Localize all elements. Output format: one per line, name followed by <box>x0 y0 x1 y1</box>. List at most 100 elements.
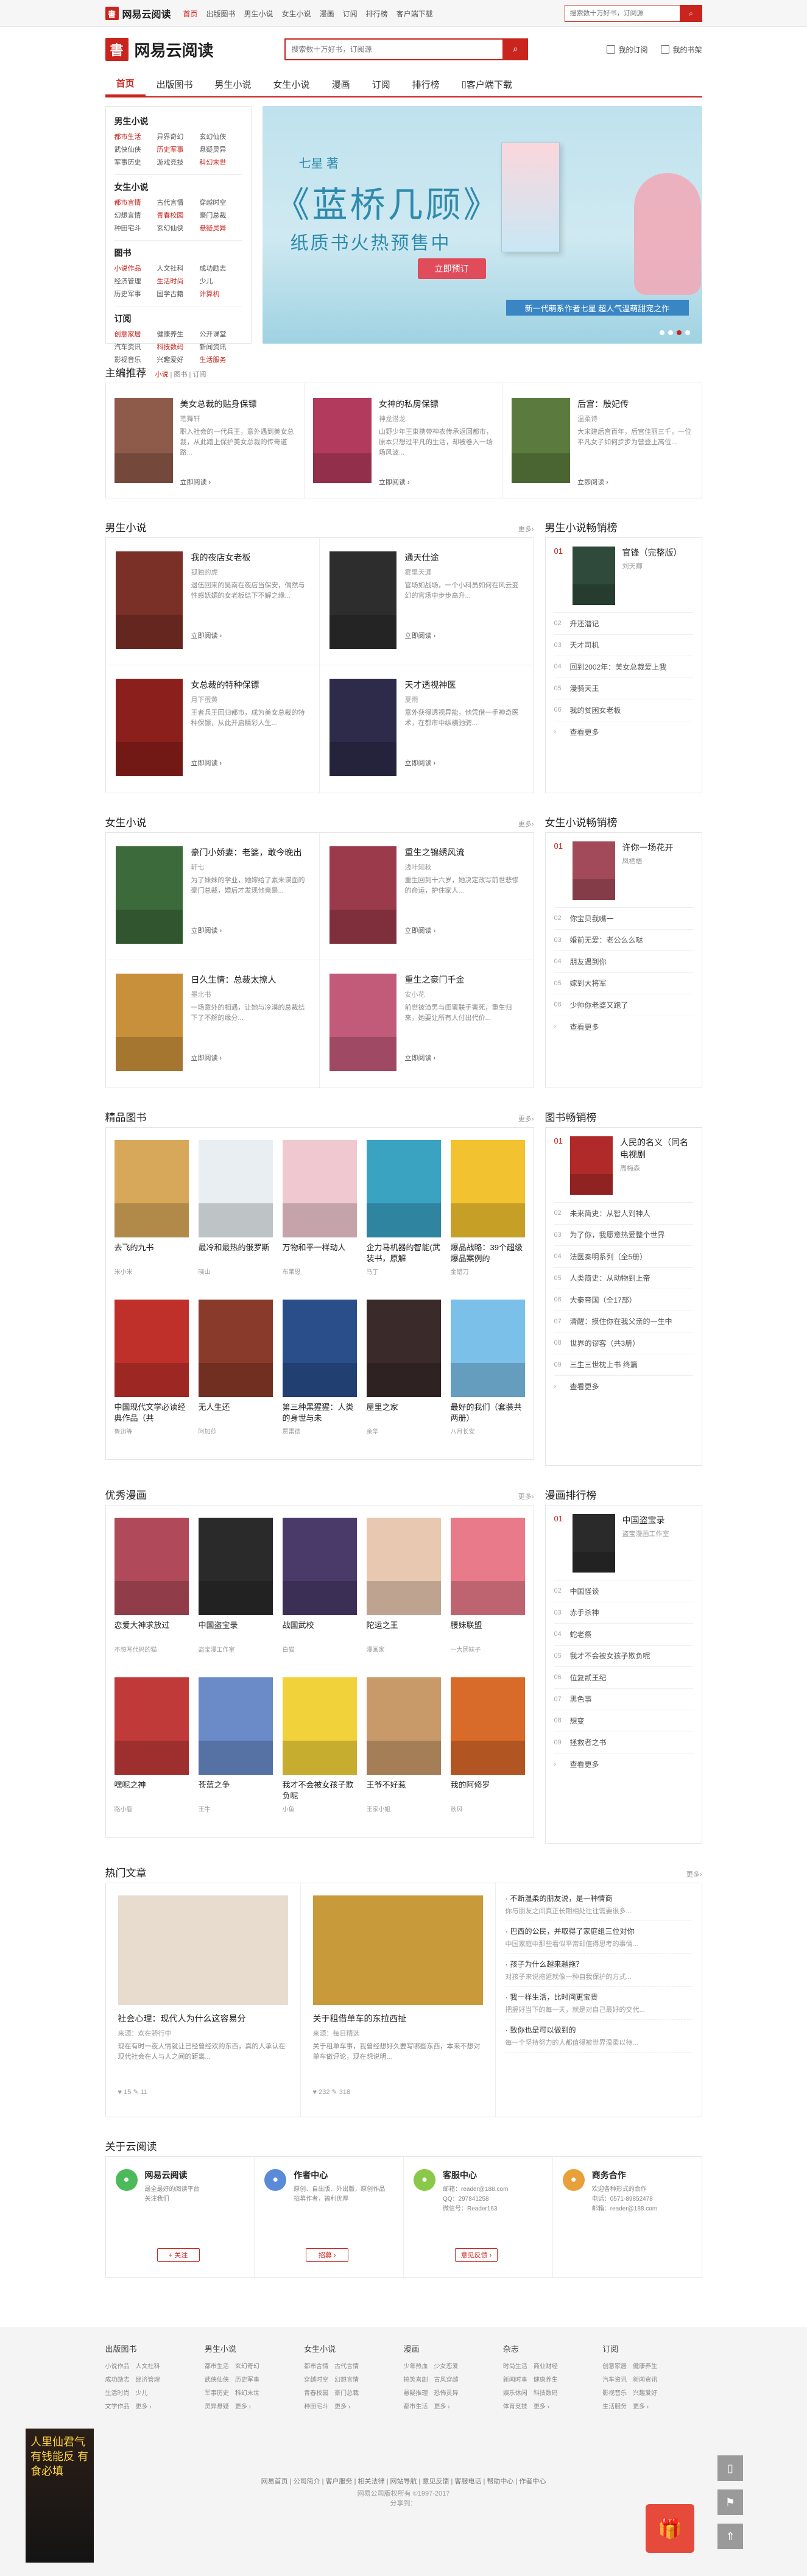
category-link[interactable]: 经济管理 <box>115 275 157 288</box>
article-card[interactable]: 社会心理：现代人为什么这容易分 来源：欢在骄行中 现在有时一夜人情就让已经曾经欢的东… <box>106 1883 301 2117</box>
banner-dot[interactable] <box>659 330 664 335</box>
footer-link[interactable]: 穿越时空 <box>304 2374 328 2387</box>
read-now-link[interactable]: 立即阅读 › <box>405 631 524 640</box>
book-item[interactable]: 苍蓝之争 王牛 <box>198 1677 273 1837</box>
rank-item[interactable]: 08 想变 <box>554 1710 693 1732</box>
category-link[interactable]: 青春校园 <box>157 210 199 222</box>
book-title[interactable]: 王爷不好惹 <box>367 1780 441 1802</box>
book-title[interactable]: 我才不会被女孩子欺负呢 <box>283 1780 357 1802</box>
footer-link[interactable]: 创意家居 <box>602 2360 627 2374</box>
left-ad[interactable]: 人里仙君气 有钱能反 有食必填 <box>26 2429 94 2563</box>
category-link[interactable]: 兴趣爱好 <box>157 354 199 367</box>
read-now-link[interactable]: 立即阅读 › <box>405 758 524 768</box>
footer-link[interactable]: 新闻时事 <box>503 2374 527 2387</box>
book-title[interactable]: 腰妹联盟 <box>451 1620 525 1642</box>
top-nav-rank[interactable]: 排行榜 <box>366 9 388 19</box>
book-cover[interactable] <box>512 398 571 483</box>
book-title[interactable]: 许你一场花开 <box>622 841 674 854</box>
rank-title[interactable]: 我才不会被女孩子欺负呢 <box>570 1651 650 1661</box>
comics-more-link[interactable]: 更多› <box>518 1491 534 1501</box>
article-list-item[interactable]: 巴西的公民，并取得了家庭组三位对你中国家庭中那些看似平常却值得思考的事情... <box>505 1921 692 1954</box>
nav-books[interactable]: 出版图书 <box>146 72 204 96</box>
category-link[interactable]: 幻想言情 <box>115 210 157 222</box>
category-link[interactable]: 汽车资讯 <box>115 341 157 354</box>
article-list-title[interactable]: 致你也是可以做到的 <box>506 2025 692 2035</box>
rank-item[interactable]: 05 我才不会被女孩子欺负呢 <box>554 1646 693 1667</box>
footer-column-title[interactable]: 杂志 <box>503 2343 602 2354</box>
category-link[interactable]: 武侠仙侠 <box>115 144 157 157</box>
rank-item[interactable]: 08 世界的谬客（共3册） <box>554 1332 693 1354</box>
article-image[interactable] <box>312 1895 483 2005</box>
footer-link[interactable]: 健康养生 <box>633 2360 657 2374</box>
category-link[interactable]: 种田宅斗 <box>115 222 157 235</box>
footer-link[interactable]: 少女恋爱 <box>434 2360 458 2374</box>
article-card[interactable]: 关于租借单车的东拉西扯 来源：每日精选 关于租单车事，我曾经想好久要写哪些东西，本来… <box>301 1883 496 2117</box>
rank-title[interactable]: 法医秦明系列（全5册） <box>570 1251 647 1262</box>
footer-link[interactable]: 新闻资讯 <box>633 2374 657 2387</box>
article-list-item[interactable]: 不断温柔的朋友说，是一种情商你与朋友之间真正长期相处往往需要很多... <box>505 1888 692 1921</box>
rank-title[interactable]: 赤手杀神 <box>570 1607 599 1618</box>
book-item[interactable]: 爆品战略：39个超级爆品案例的 金错刀 <box>450 1140 525 1300</box>
category-link[interactable]: 计算机 <box>199 288 242 301</box>
article-list-title[interactable]: 我一样生活，比时间更宝贵 <box>506 1992 692 2002</box>
book-title[interactable]: 恋爱大神求放过 <box>115 1620 189 1642</box>
nav-home[interactable]: 首页 <box>105 72 146 96</box>
footer-link[interactable]: 历史军事 <box>235 2374 259 2387</box>
nav-rank[interactable]: 排行榜 <box>401 72 451 96</box>
footer-link[interactable]: 少年热血 <box>403 2360 428 2374</box>
article-list-item[interactable]: 我一样生活，比时间更宝贵把握好当下的每一天，就是对自己最好的交代... <box>505 1987 692 2020</box>
category-link[interactable]: 成功励志 <box>199 263 242 275</box>
book-cover[interactable] <box>572 841 615 900</box>
article-title[interactable]: 社会心理：现代人为什么这容易分 <box>118 2012 288 2025</box>
recommend-item[interactable]: 女神的私房保镖 神龙潜龙 山野少年王東携带神农传承返回都市，原本只想过平凡的生活，却… <box>305 383 504 498</box>
footer-link[interactable]: 健康养生 <box>534 2374 558 2387</box>
book-title[interactable]: 第三种黑猩猩：人类的身世与未 <box>283 1402 357 1424</box>
book-title[interactable]: 企力马机器的智能(武装书，原解 <box>367 1242 441 1264</box>
book-item[interactable]: 陀运之王 漫画家 <box>366 1518 441 1677</box>
my-bookshelf-link[interactable]: 我的书架 <box>661 44 702 55</box>
book-cover[interactable] <box>366 1518 441 1615</box>
footer-link[interactable]: 古风穿越 <box>434 2374 458 2387</box>
book-item[interactable]: 无人生还 阿加莎 <box>198 1300 273 1459</box>
top-search-button[interactable]: ⌕ <box>680 5 702 22</box>
book-cover[interactable] <box>450 1300 525 1397</box>
footer-links[interactable]: 网易首页 | 公司简介 | 客户服务 | 相关法律 | 网站导航 | 意见反馈 … <box>105 2475 702 2488</box>
tab-novel[interactable]: 小说 <box>155 371 169 378</box>
rank-item[interactable]: 04 回到2002年：美女总裁爱上我 <box>554 656 693 678</box>
nav-comics[interactable]: 漫画 <box>321 72 361 96</box>
footer-link[interactable]: 恐怖灵异 <box>434 2387 458 2401</box>
main-search-input[interactable] <box>284 38 504 60</box>
category-link[interactable]: 古代言情 <box>157 197 199 210</box>
male-more-link[interactable]: 更多› <box>518 524 534 534</box>
nav-female[interactable]: 女生小说 <box>263 72 321 96</box>
book-title[interactable]: 无人生还 <box>199 1402 273 1424</box>
footer-link[interactable]: 生活时尚 <box>105 2387 130 2401</box>
book-item[interactable]: 战国武校 白猫 <box>282 1518 357 1677</box>
book-cover[interactable] <box>282 1677 357 1775</box>
footer-link[interactable]: 科幻末世 <box>235 2387 259 2401</box>
tab-subscribe[interactable]: 订阅 <box>192 371 206 378</box>
rank-item[interactable]: 05 嫁到大将军 <box>554 973 693 994</box>
top-nav-books[interactable]: 出版图书 <box>206 9 236 19</box>
footer-link[interactable]: 商业财经 <box>534 2360 558 2374</box>
category-link[interactable]: 国学古籍 <box>157 288 199 301</box>
rank-item[interactable]: 02 中国怪谈 <box>554 1580 693 1602</box>
category-link[interactable]: 人文社科 <box>157 263 199 275</box>
see-more-link[interactable]: › 查看更多 <box>554 721 693 743</box>
book-item[interactable]: 腰妹联盟 一大团妹子 <box>450 1518 525 1677</box>
book-title[interactable]: 陀运之王 <box>367 1620 441 1642</box>
footer-link[interactable]: 成功励志 <box>105 2374 130 2387</box>
book-cover[interactable] <box>114 1300 189 1397</box>
book-cover[interactable] <box>282 1140 357 1237</box>
category-link[interactable]: 创意家居 <box>115 328 157 341</box>
feedback-icon[interactable]: ⚑ <box>717 2489 743 2515</box>
book-cover[interactable] <box>114 398 173 483</box>
book-cover[interactable] <box>115 974 183 1071</box>
rank-top-item[interactable]: 01 许你一场花开 凤栖梧 <box>554 841 693 908</box>
article-image[interactable] <box>118 1895 288 2005</box>
book-item[interactable]: 我的阿修罗 秋风 <box>450 1677 525 1837</box>
rank-title[interactable]: 大秦帝国（全17部） <box>570 1295 636 1305</box>
rank-title[interactable]: 未来简史：从智人到神人 <box>570 1208 650 1219</box>
book-title[interactable]: 天才透视神医 <box>405 679 524 691</box>
rank-title[interactable]: 为了你，我愿意热爱整个世界 <box>570 1230 665 1240</box>
